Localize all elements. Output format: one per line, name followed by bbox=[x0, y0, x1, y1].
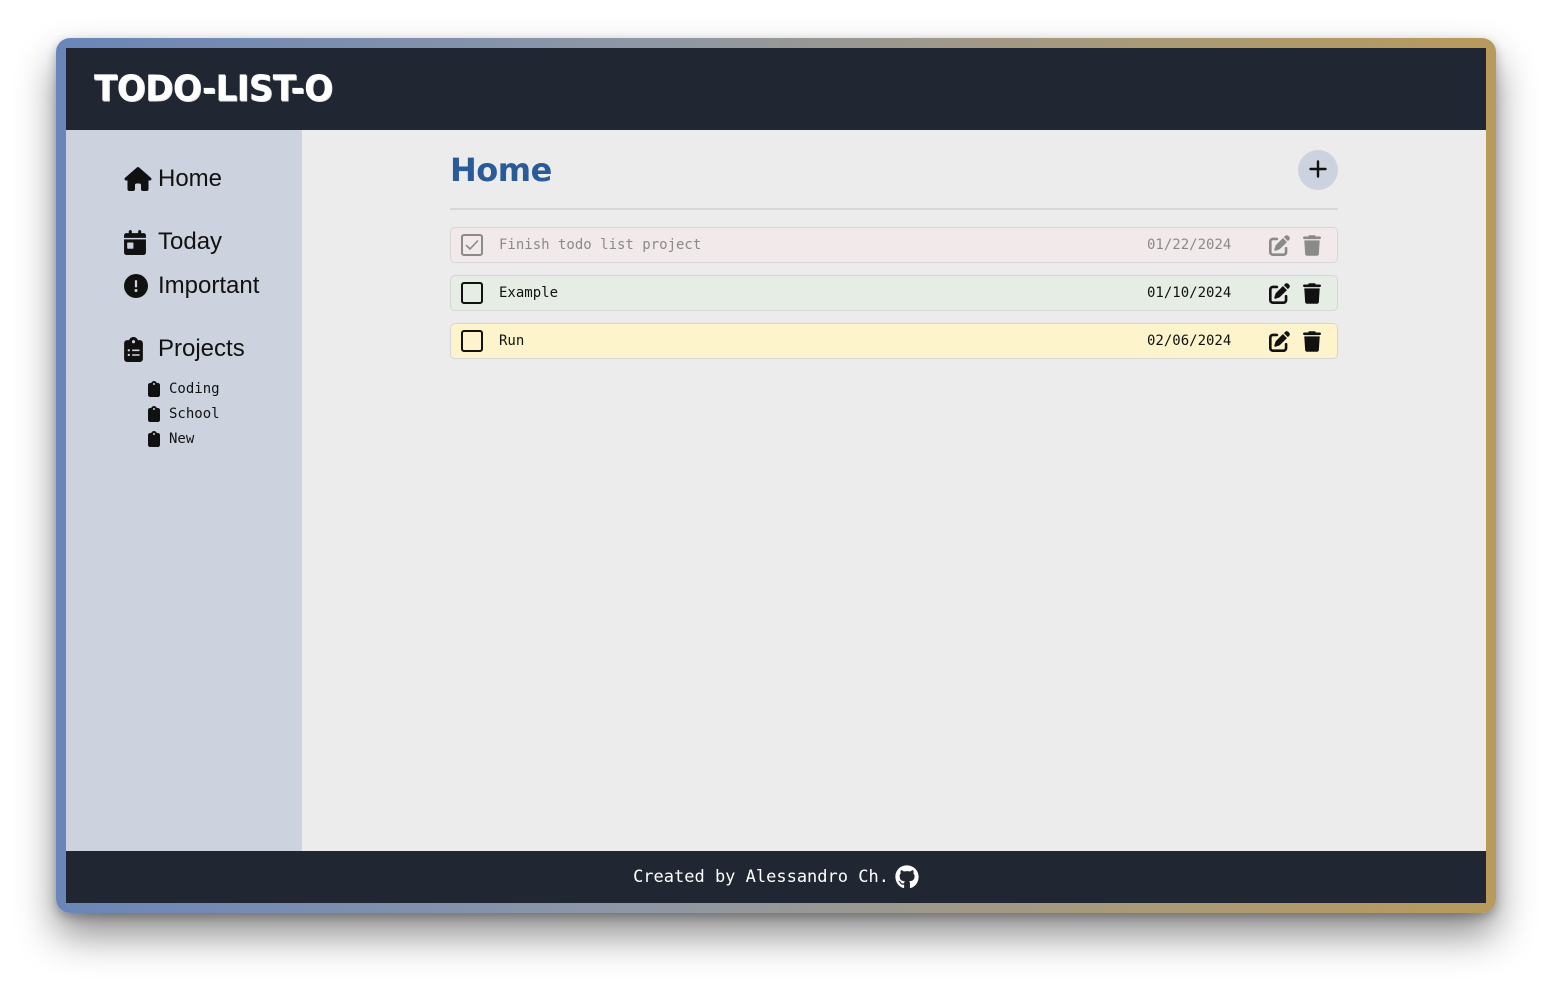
task-checkbox[interactable] bbox=[461, 330, 483, 352]
top-bar: TODO-LIST-O bbox=[66, 48, 1486, 130]
check-icon bbox=[465, 240, 479, 250]
page-title: Home bbox=[450, 151, 552, 189]
trash-icon[interactable] bbox=[1303, 281, 1337, 305]
trash-icon[interactable] bbox=[1303, 233, 1337, 257]
main-content: Home Finish todo list project 01/22/2024… bbox=[302, 130, 1486, 851]
app-root: TODO-LIST-O Home Today Important Project… bbox=[66, 48, 1486, 903]
project-item-school[interactable]: School bbox=[148, 401, 302, 426]
content-header: Home bbox=[450, 148, 1338, 192]
project-item-coding[interactable]: Coding bbox=[148, 376, 302, 401]
project-item-label: New bbox=[169, 430, 195, 447]
sidebar-item-home[interactable]: Home bbox=[124, 164, 302, 194]
footer-credit: Created by Alessandro Ch. bbox=[633, 867, 889, 887]
task-row[interactable]: Run 02/06/2024 bbox=[450, 323, 1338, 359]
task-date: 02/06/2024 bbox=[1147, 333, 1232, 349]
projects-list: Coding School New bbox=[124, 376, 302, 451]
task-checkbox[interactable] bbox=[461, 282, 483, 304]
task-row[interactable]: Finish todo list project 01/22/2024 bbox=[450, 227, 1338, 263]
task-checkbox[interactable] bbox=[461, 234, 483, 256]
task-actions bbox=[1269, 329, 1337, 353]
content-panel: Home Finish todo list project 01/22/2024… bbox=[450, 148, 1338, 371]
sidebar-item-important[interactable]: Important bbox=[124, 271, 302, 301]
sidebar-item-label: Today bbox=[158, 228, 223, 255]
clipboard-icon bbox=[148, 380, 162, 397]
task-date: 01/10/2024 bbox=[1147, 285, 1232, 301]
sidebar: Home Today Important Projects Coding Sch… bbox=[66, 130, 302, 851]
task-row[interactable]: Example 01/10/2024 bbox=[450, 275, 1338, 311]
sidebar-item-today[interactable]: Today bbox=[124, 227, 302, 257]
calendar-icon bbox=[124, 229, 152, 255]
sidebar-item-label: Important bbox=[158, 272, 260, 299]
task-title: Finish todo list project bbox=[499, 237, 702, 253]
task-actions bbox=[1269, 233, 1337, 257]
clipboard-list-icon bbox=[124, 336, 152, 362]
add-task-button[interactable] bbox=[1298, 150, 1338, 190]
project-item-label: School bbox=[169, 405, 220, 422]
divider bbox=[450, 208, 1338, 210]
exclamation-circle-icon bbox=[124, 273, 152, 299]
trash-icon[interactable] bbox=[1303, 329, 1337, 353]
home-icon bbox=[124, 166, 152, 192]
edit-icon[interactable] bbox=[1269, 233, 1303, 257]
app-logo: TODO-LIST-O bbox=[94, 68, 333, 110]
github-icon[interactable] bbox=[895, 865, 919, 889]
plus-icon bbox=[1309, 159, 1327, 181]
edit-icon[interactable] bbox=[1269, 281, 1303, 305]
footer: Created by Alessandro Ch. bbox=[66, 851, 1486, 903]
window-frame: TODO-LIST-O Home Today Important Project… bbox=[56, 38, 1496, 913]
task-title: Run bbox=[499, 333, 525, 349]
clipboard-icon bbox=[148, 430, 162, 447]
sidebar-item-projects[interactable]: Projects bbox=[124, 334, 302, 364]
task-date: 01/22/2024 bbox=[1147, 237, 1232, 253]
sidebar-item-label: Home bbox=[158, 165, 223, 192]
sidebar-item-label: Projects bbox=[158, 335, 245, 362]
clipboard-icon bbox=[148, 405, 162, 422]
edit-icon[interactable] bbox=[1269, 329, 1303, 353]
app-body: Home Today Important Projects Coding Sch… bbox=[66, 130, 1486, 851]
project-item-new[interactable]: New bbox=[148, 426, 302, 451]
task-actions bbox=[1269, 281, 1337, 305]
task-title: Example bbox=[499, 285, 559, 301]
project-item-label: Coding bbox=[169, 380, 220, 397]
